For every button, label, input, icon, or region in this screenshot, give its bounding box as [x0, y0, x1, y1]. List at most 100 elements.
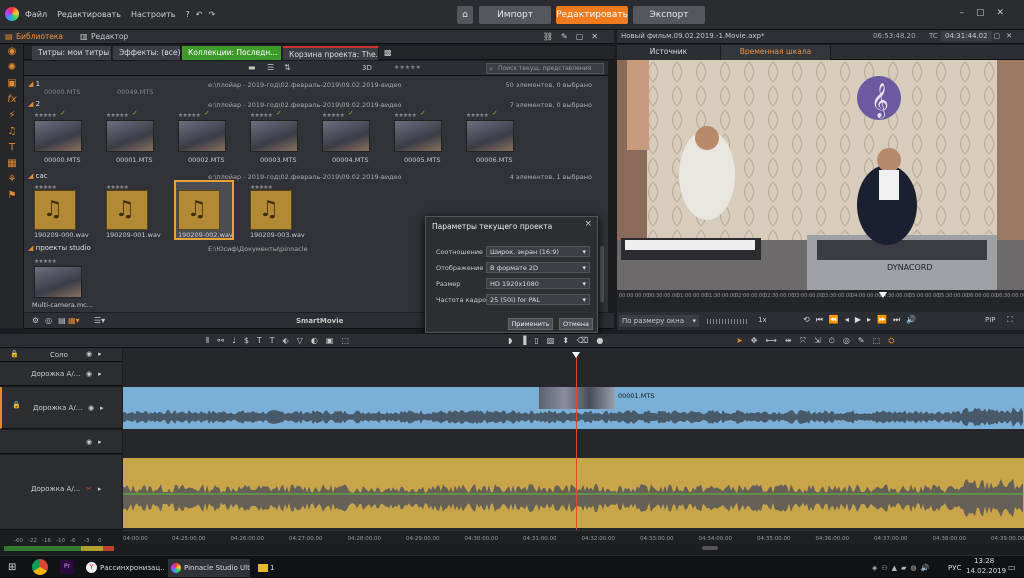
- play-icon[interactable]: ▶: [855, 315, 867, 324]
- timeline-tools-left[interactable]: ⫴⚯♩$TT⬖▽◐▣⬚: [206, 336, 357, 346]
- video-thumbnail[interactable]: [322, 120, 370, 152]
- framerate-select[interactable]: 25 (50i) for PAL: [486, 294, 590, 305]
- editor-tab[interactable]: Редактор: [91, 32, 128, 41]
- add-tab-icon[interactable]: ▩: [384, 48, 392, 57]
- tab-effects[interactable]: Эффекты: (все): [113, 46, 181, 60]
- video-thumbnail[interactable]: [106, 120, 154, 152]
- fit-dropdown[interactable]: По размеру окна ▾: [619, 315, 699, 327]
- video-thumbnail[interactable]: [466, 120, 514, 152]
- video-thumbnail[interactable]: [394, 120, 442, 152]
- home-button[interactable]: ⌂: [457, 6, 473, 24]
- edit-mode-button[interactable]: Редактировать: [556, 6, 628, 24]
- view-list-icon[interactable]: ☰: [267, 63, 274, 72]
- playhead-marker-icon[interactable]: [572, 352, 580, 358]
- apply-button[interactable]: Применить: [508, 318, 553, 330]
- search-input[interactable]: ⌕ Поиск текущ. представления: [486, 63, 604, 74]
- taskbar-browser-tab[interactable]: Y Рассинхронизац...: [84, 559, 164, 577]
- audio-thumbnail[interactable]: [250, 190, 292, 230]
- step-forward-icon[interactable]: ▸: [867, 315, 877, 324]
- timeline-scrollbar[interactable]: [702, 546, 718, 550]
- track-icons-1[interactable]: ◉▸: [86, 370, 108, 378]
- music-icon[interactable]: ♫: [0, 124, 24, 140]
- title-icon[interactable]: T: [0, 140, 24, 156]
- view-mode-icon[interactable]: ▦▾: [68, 316, 80, 325]
- close-icon[interactable]: ✕: [996, 8, 1016, 18]
- tab-project-bin[interactable]: Корзина проекта: The...: [283, 46, 379, 60]
- fullscreen-icon[interactable]: ⛶: [1007, 315, 1013, 325]
- menu-icon[interactable]: ▦: [0, 156, 24, 172]
- clip-thumbnails[interactable]: [539, 387, 615, 409]
- clip-rating[interactable]: ★★★★★: [250, 112, 273, 119]
- library-icon-1[interactable]: ◉: [0, 44, 24, 60]
- premiere-icon[interactable]: Pr: [60, 560, 74, 574]
- chrome-icon[interactable]: [32, 559, 48, 575]
- group-header-2[interactable]: ◢ 2: [28, 100, 40, 108]
- clip-rating[interactable]: ★★★★★: [394, 112, 417, 119]
- timeline-tools-right[interactable]: ➤✥⟷⇹⤧⇲⏲◎✎⬚⛭: [736, 336, 903, 346]
- group-header-3[interactable]: ◢ сас: [28, 172, 48, 180]
- preview-scrub-bar[interactable]: 00:00:00.00 00:30:00.00 01:00:00.00 01:30:0…: [617, 290, 1024, 312]
- list-mode-icon[interactable]: ☰▾: [94, 316, 105, 325]
- project-thumbnail[interactable]: [34, 266, 82, 298]
- dialog-close-icon[interactable]: ×: [584, 219, 592, 229]
- cancel-button[interactable]: Отмена: [559, 318, 593, 330]
- rating-stars[interactable]: ★★★★★: [34, 258, 57, 265]
- audio-thumbnail[interactable]: [106, 190, 148, 230]
- timecode-field[interactable]: 04:31:44.02: [941, 31, 992, 41]
- track-icons-2[interactable]: ◉▸: [88, 404, 110, 412]
- speed-dropdown[interactable]: 1x: [758, 316, 767, 324]
- undo-icon[interactable]: ↶: [196, 10, 203, 19]
- clip-rating[interactable]: ★★★★★: [178, 112, 201, 119]
- step-back-icon[interactable]: ◂: [845, 315, 855, 324]
- menu-file[interactable]: Файл: [25, 10, 47, 19]
- export-button[interactable]: Экспорт: [633, 6, 705, 24]
- track-icons-4[interactable]: ✂▸: [86, 485, 107, 493]
- clip-rating[interactable]: ★★★★★: [106, 112, 129, 119]
- go-end-icon[interactable]: ⏭: [893, 315, 906, 324]
- frame-back-icon[interactable]: ⏪: [829, 315, 845, 324]
- tab-timeline[interactable]: Временная шкала: [721, 45, 831, 60]
- language-indicator[interactable]: РУС: [948, 559, 961, 577]
- solo-track-icons[interactable]: ◉▸: [86, 350, 108, 358]
- preview-video[interactable]: 𝄞 DYNACORD: [617, 60, 1024, 290]
- video-audio-clip[interactable]: 00001.MTS: [123, 387, 1024, 429]
- audio-clip[interactable]: [123, 458, 1024, 528]
- audio-thumbnail[interactable]: [34, 190, 76, 230]
- track-icons-3[interactable]: ◉▸: [86, 438, 108, 446]
- pip-button[interactable]: PIP: [985, 316, 996, 324]
- minimize-icon[interactable]: –: [959, 8, 976, 18]
- volume-icon[interactable]: 🔊: [906, 315, 922, 324]
- track-lock-icon-2[interactable]: 🔒: [12, 401, 21, 409]
- group-header-1[interactable]: ◢ 1: [28, 80, 40, 88]
- video-thumbnail[interactable]: [34, 120, 82, 152]
- footer-tools-icon[interactable]: ⚙◎▤: [32, 316, 72, 325]
- tab-titles[interactable]: Титры: мои титры: [32, 46, 112, 60]
- frame-forward-icon[interactable]: ⏩: [877, 315, 893, 324]
- lock-icon[interactable]: 🔒: [10, 350, 19, 358]
- display-select[interactable]: В формате 2D: [486, 262, 590, 273]
- notification-icon[interactable]: ▭: [1008, 559, 1016, 577]
- help-icon[interactable]: ?: [185, 10, 189, 19]
- video-thumbnail[interactable]: [178, 120, 226, 152]
- project-bin-icon[interactable]: ⚑: [0, 188, 24, 204]
- timeline-playhead[interactable]: [576, 354, 577, 544]
- size-select[interactable]: HD 1920x1080: [486, 278, 590, 289]
- transitions-icon[interactable]: ▣: [0, 76, 24, 92]
- audio-thumbnail[interactable]: [178, 190, 220, 230]
- library-tab[interactable]: Библиотека: [16, 32, 63, 41]
- effects-icon[interactable]: ✺: [0, 60, 24, 76]
- tray-icons[interactable]: ◈⚇▲▰◍🔊: [872, 559, 933, 577]
- menu-settings[interactable]: Настроить: [131, 10, 176, 19]
- smartmovie-button[interactable]: SmartMovie: [296, 317, 343, 325]
- tab-source[interactable]: Источник: [617, 45, 721, 60]
- maximize-icon[interactable]: ▢: [976, 8, 997, 18]
- sort-icon[interactable]: ⇅: [284, 63, 291, 72]
- clip-rating[interactable]: ★★★★★: [466, 112, 489, 119]
- taskbar-folder[interactable]: 1: [256, 559, 280, 577]
- jog-wheel[interactable]: [707, 319, 749, 324]
- aspect-select[interactable]: Широк. экран (16:9): [486, 246, 590, 257]
- loop-icon[interactable]: ⟲: [803, 315, 816, 324]
- go-start-icon[interactable]: ⏮: [816, 315, 829, 324]
- rating-filter[interactable]: ★★★★★: [394, 64, 421, 71]
- 3d-filter[interactable]: 3D: [362, 64, 372, 72]
